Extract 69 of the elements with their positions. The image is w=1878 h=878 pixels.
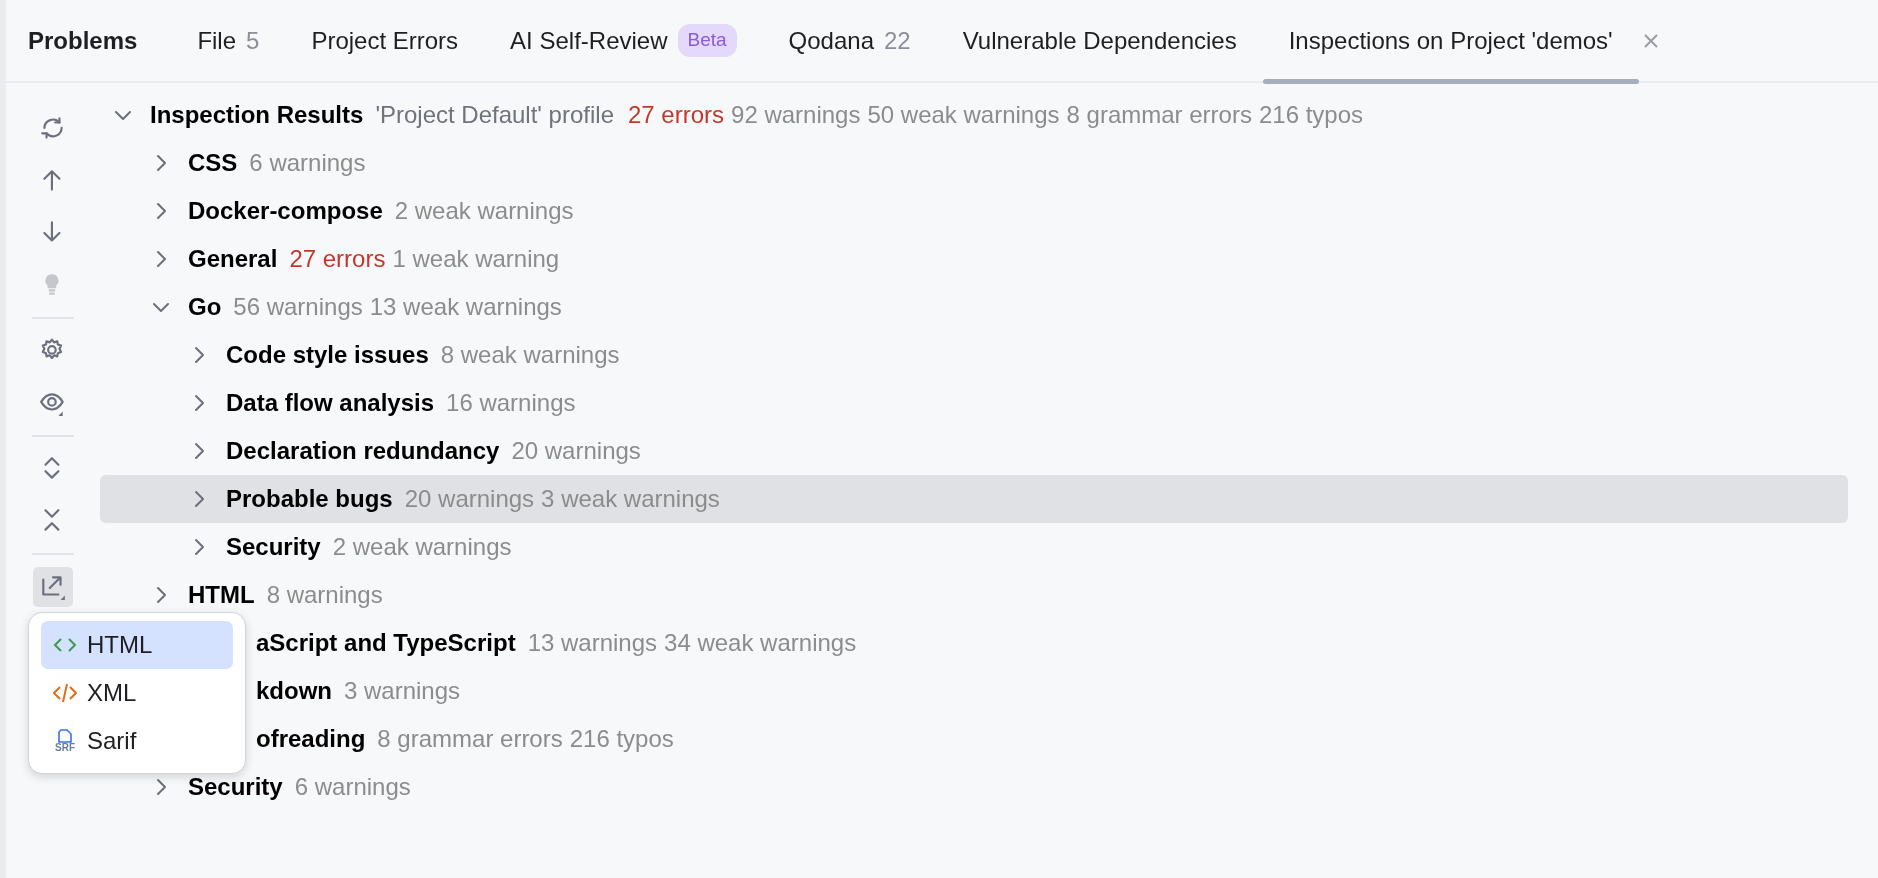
menu-item[interactable]: XML xyxy=(41,669,233,717)
node-label: Code style issues xyxy=(226,340,429,370)
tab[interactable]: Project Errors xyxy=(285,0,485,82)
node-label: Security xyxy=(226,532,321,562)
node-label: aScript and TypeScript xyxy=(256,628,516,658)
node-label: kdown xyxy=(256,676,332,706)
tab[interactable]: Inspections on Project 'demos' xyxy=(1262,0,1639,82)
tree-row[interactable]: HTML 8 warnings xyxy=(100,571,1848,619)
count-label: 22 xyxy=(884,25,911,56)
warning-count: 2 weak warnings xyxy=(394,196,574,226)
node-label: Docker-compose xyxy=(188,196,383,226)
profile-label: 'Project Default' profile xyxy=(375,100,614,130)
warning-count: 3 warnings xyxy=(344,676,461,706)
count-label: 5 xyxy=(246,25,260,56)
error-count: 27 errors xyxy=(289,244,386,274)
tree-row[interactable]: Docker-compose 2 weak warnings xyxy=(100,187,1848,235)
tab[interactable]: AI Self-Review Beta xyxy=(484,0,763,82)
warning-count: 216 typos xyxy=(1258,100,1363,130)
node-label: Security xyxy=(188,772,283,802)
tree-row[interactable]: Probable bugs 20 warnings 3 weak warnings xyxy=(100,475,1848,523)
warning-count: 13 weak warnings xyxy=(369,292,562,322)
tree-row[interactable]: General 27 errors 1 weak warning xyxy=(100,235,1848,283)
tab[interactable]: File 5 xyxy=(171,0,286,82)
tree-row[interactable]: Code style issues 8 weak warnings xyxy=(100,331,1848,379)
node-label: Data flow analysis xyxy=(226,388,435,418)
tree-row[interactable]: Declaration redundancy 20 warnings xyxy=(100,427,1848,475)
warning-count: 92 warnings xyxy=(731,100,861,130)
warning-count: 216 typos xyxy=(569,724,674,754)
warning-count: 16 warnings xyxy=(446,388,576,418)
panel-title: Problems xyxy=(28,25,138,56)
warning-count: 8 weak warnings xyxy=(440,340,620,370)
tree-row[interactable]: Security 2 weak warnings xyxy=(100,523,1848,571)
node-label: General xyxy=(188,244,278,274)
warning-count: 56 warnings xyxy=(233,292,363,322)
warning-count: 8 warnings xyxy=(266,580,383,610)
warning-count: 20 warnings xyxy=(404,484,535,514)
node-label: HTML xyxy=(188,580,255,610)
tab[interactable]: Qodana 22 xyxy=(762,0,937,82)
node-label: ofreading xyxy=(256,724,366,754)
tree-row[interactable]: CSS 6 warnings xyxy=(100,139,1848,187)
warning-count: 8 grammar errors xyxy=(377,724,563,754)
beta-badge: Beta xyxy=(677,24,737,57)
warning-count: 13 warnings xyxy=(527,628,658,658)
node-label: Probable bugs xyxy=(226,484,393,514)
warning-count: 1 weak warning xyxy=(392,244,560,274)
warning-count: 50 weak warnings xyxy=(867,100,1060,130)
warning-count: 8 grammar errors xyxy=(1066,100,1252,130)
tree-row[interactable]: Go 56 warnings 13 weak warnings xyxy=(100,283,1848,331)
tree-row[interactable]: Security 6 warnings xyxy=(100,763,1848,811)
warning-count: 3 weak warnings xyxy=(541,484,720,514)
error-count: 27 errors xyxy=(628,100,725,130)
node-label: Go xyxy=(188,292,222,322)
export-button[interactable] xyxy=(33,567,73,607)
tab[interactable]: Vulnerable Dependencies xyxy=(936,0,1263,82)
menu-item[interactable]: SRF Sarif xyxy=(41,717,233,765)
code-slash-icon xyxy=(53,681,77,705)
tree-row[interactable]: Inspection Results 'Project Default' profile 27 errors 92 warnings 50 weak warnings 8 grammar errors 216 typos xyxy=(100,91,1848,139)
export-icon xyxy=(39,573,67,601)
warning-count: 6 warnings xyxy=(294,772,411,802)
node-label: Inspection Results xyxy=(150,100,364,130)
close-icon[interactable] xyxy=(1642,32,1659,49)
node-label: CSS xyxy=(188,148,238,178)
warning-count: 20 warnings xyxy=(511,436,641,466)
tree-row[interactable]: Data flow analysis 16 warnings xyxy=(100,379,1848,427)
menu-item[interactable]: HTML xyxy=(41,621,233,669)
warning-count: 34 weak warnings xyxy=(664,628,857,658)
warning-count: 2 weak warnings xyxy=(332,532,512,562)
warning-count: 6 warnings xyxy=(249,148,366,178)
node-label: Declaration redundancy xyxy=(226,436,500,466)
